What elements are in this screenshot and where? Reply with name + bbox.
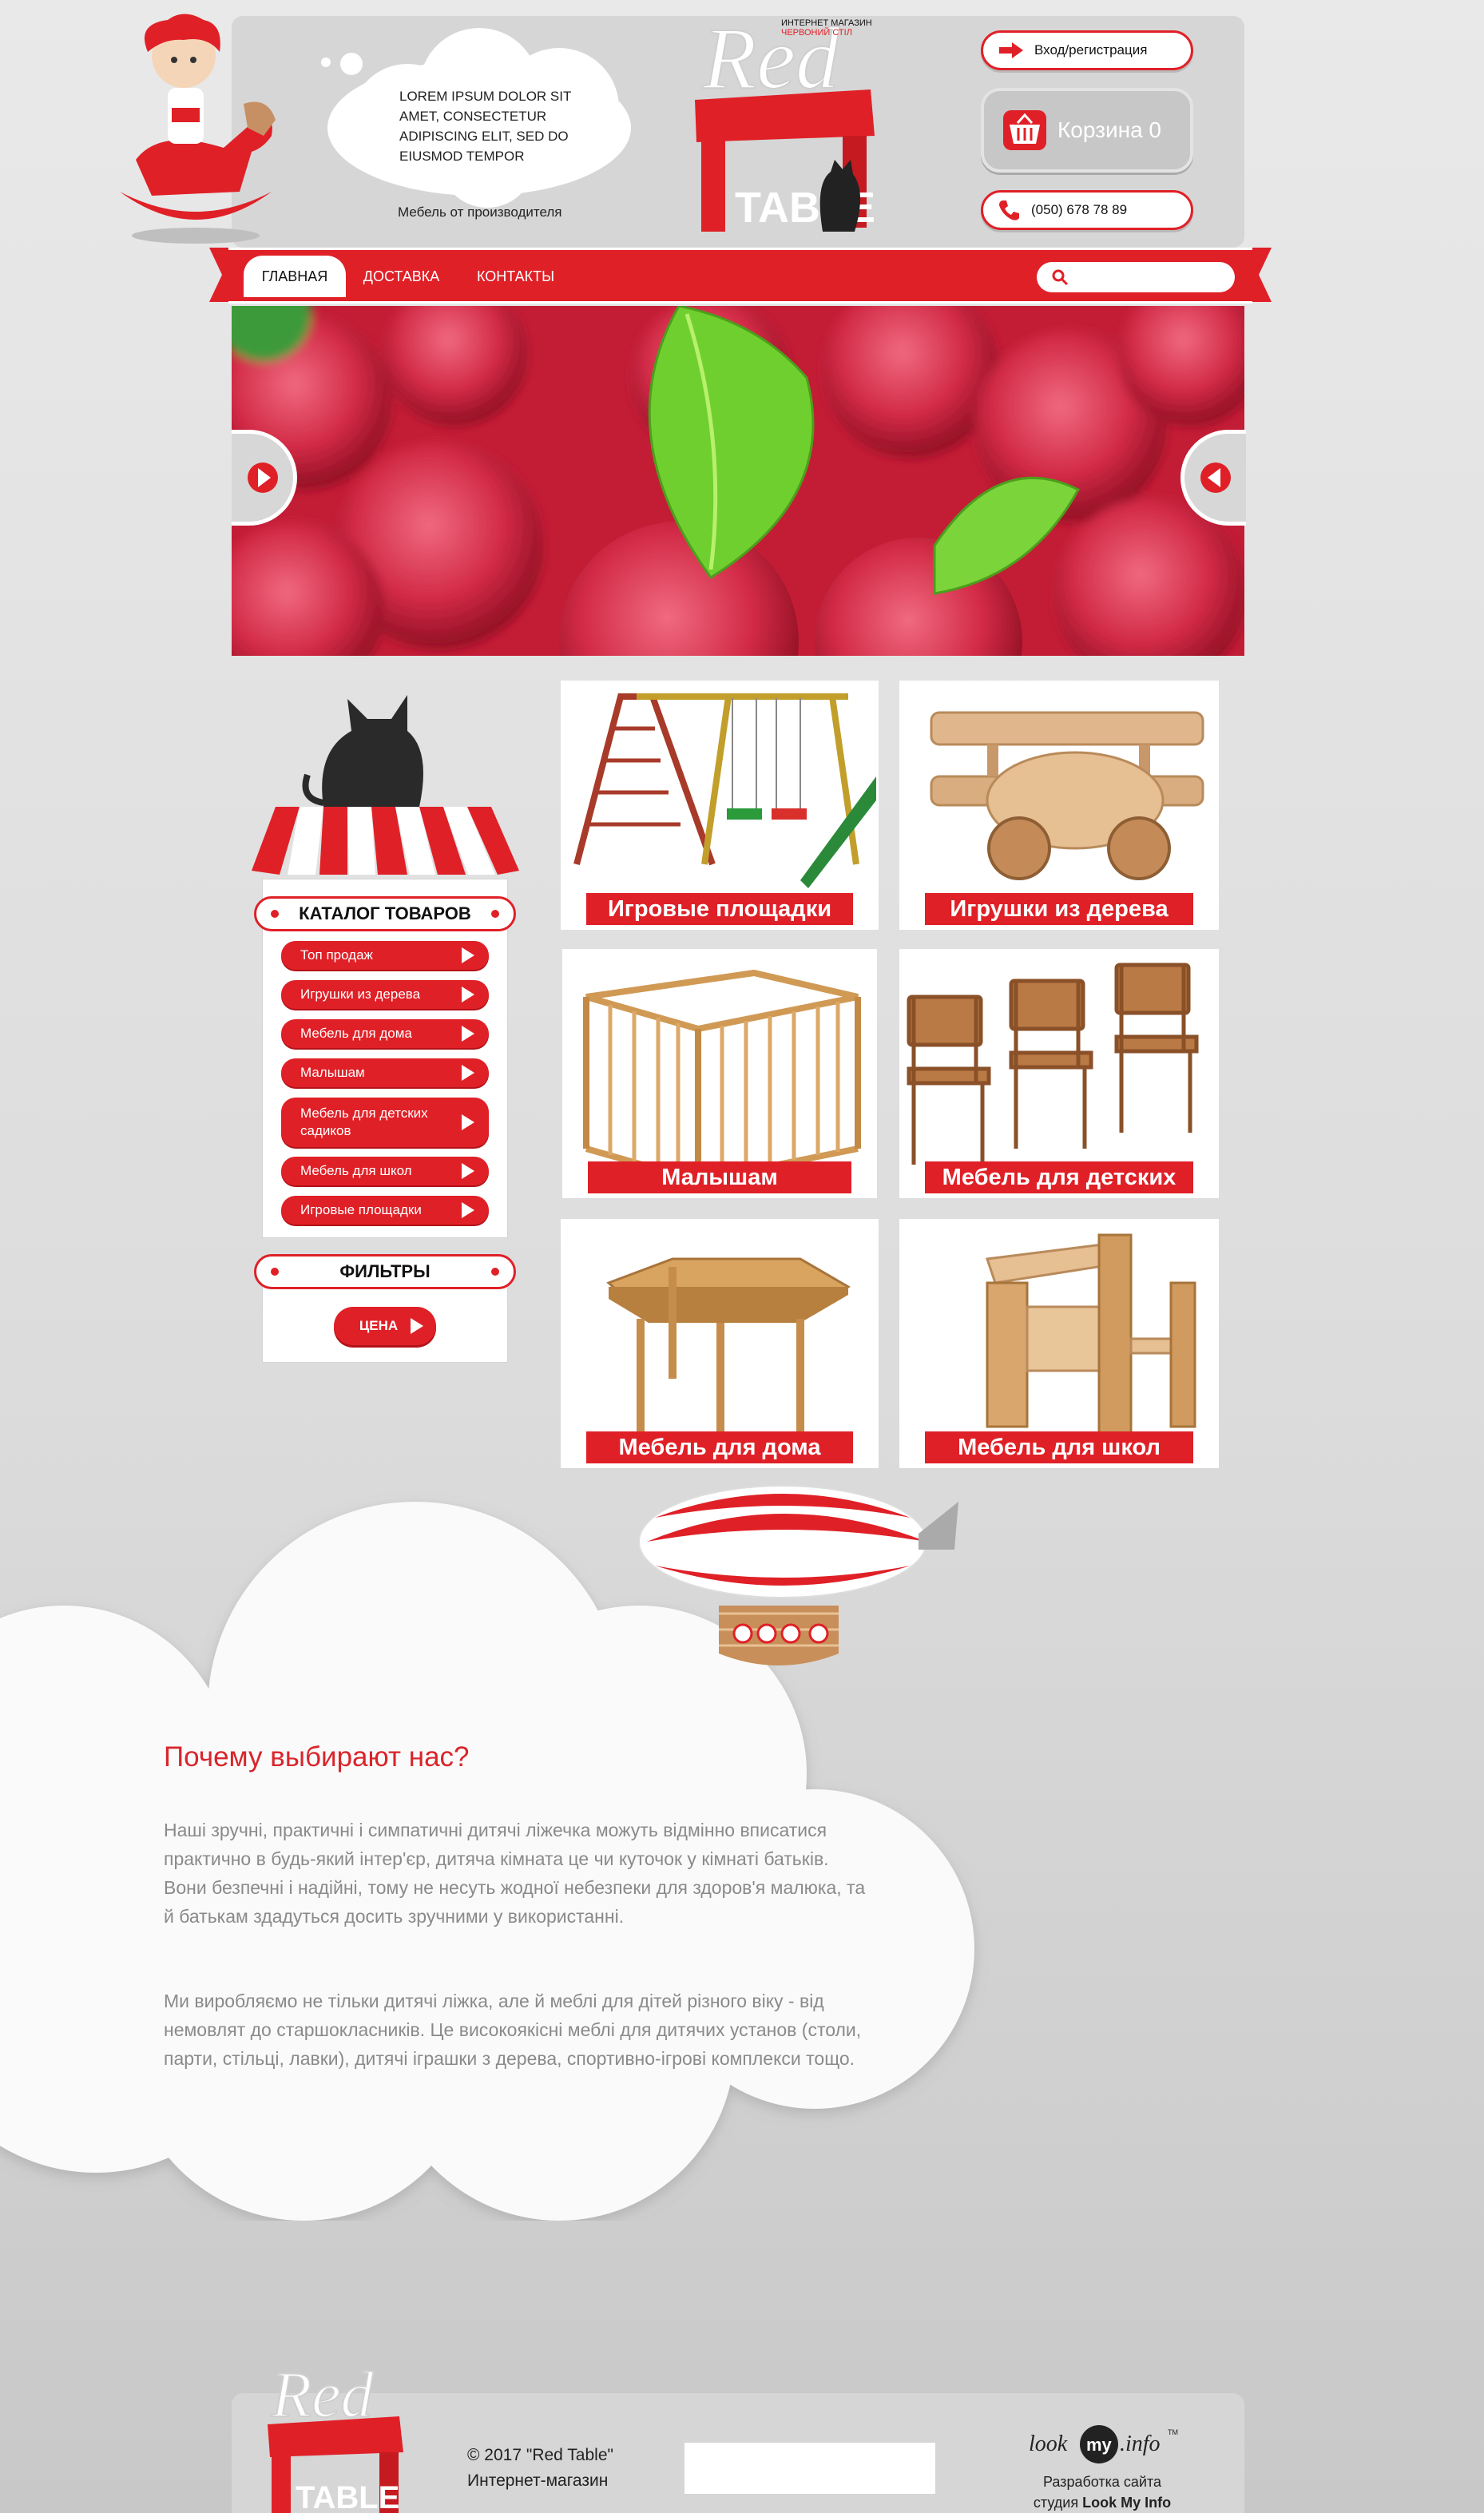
play-right-icon [411, 1318, 423, 1334]
footer-red-table-logo[interactable]: Red TABLE [264, 2348, 415, 2513]
dev-line1: Разработка сайта [1042, 2474, 1162, 2490]
search-icon[interactable] [1051, 268, 1069, 286]
about-title: Почему выбирают нас? [164, 1741, 470, 1773]
cart-label: Корзина 0 [1057, 117, 1162, 142]
basket-icon [1003, 110, 1046, 150]
logo-small-line1: ИНТЕРНЕТ МАГАЗИН [781, 18, 872, 28]
product-tile-label: Мебель для дома [586, 1431, 853, 1463]
catalog-item-label: Мебель для детских садиков [300, 1106, 428, 1138]
dev-line2: студия Look My Info [1014, 2492, 1190, 2513]
play-right-icon [462, 1026, 474, 1042]
lmi-look-text: look [1029, 2432, 1068, 2456]
product-tile-kindergarten[interactable]: Мебель для детских [899, 949, 1219, 1198]
copyright-line: © 2017 "Red Table" [467, 2446, 613, 2464]
nav-item-home[interactable]: ГЛАВНАЯ [244, 256, 346, 297]
product-tile-playgrounds[interactable]: Игровые площадки [561, 681, 879, 930]
product-tile-home-furniture[interactable]: Мебель для дома [561, 1219, 879, 1468]
price-filter-button[interactable]: ЦЕНА [334, 1307, 436, 1345]
footer-copyright: © 2017 "Red Table" Интернет-магазин [467, 2443, 613, 2494]
play-right-icon [462, 987, 474, 1002]
search-input[interactable] [1077, 265, 1228, 289]
play-right-icon [462, 1202, 474, 1218]
product-tile-label: Игрушки из дерева [925, 893, 1193, 925]
catalog-item-label: Мебель для школ [300, 1163, 412, 1178]
shop-line: Интернет-магазин [467, 2471, 609, 2490]
catalog-item-wooden-toys[interactable]: Игрушки из дерева [281, 980, 489, 1009]
price-filter-label: ЦЕНА [359, 1318, 399, 1333]
play-right-icon [462, 1065, 474, 1081]
catalog-item-kindergarten-furniture[interactable]: Мебель для детских садиков [281, 1098, 489, 1147]
search-box [1037, 262, 1235, 292]
filters-title: ФИЛЬТРЫ [254, 1254, 516, 1289]
dot-decoration [491, 910, 499, 918]
catalog-item-top-sales[interactable]: Топ продаж [281, 941, 489, 970]
thought-text: LOREM IPSUM DOLOR SIT AMET, CONSECTETUR … [399, 89, 572, 164]
catalog-title-label: КАТАЛОГ ТОВАРОВ [299, 903, 471, 923]
catalog-item-playgrounds[interactable]: Игровые площадки [281, 1196, 489, 1225]
catalog-item-babies[interactable]: Малышам [281, 1058, 489, 1087]
dot-decoration [271, 910, 279, 918]
rocking-horse-mascot-image [120, 14, 276, 244]
red-table-logo[interactable]: Red ИНТЕРНЕТ МАГАЗИН ЧЕРВОНИЙ СТІЛ TABLE [687, 0, 887, 244]
play-right-icon [462, 947, 474, 963]
play-right-icon [462, 1114, 474, 1130]
lmi-tm-text: TM [1168, 2428, 1178, 2436]
play-right-icon [462, 1163, 474, 1179]
catalog-item-label: Игрушки из дерева [300, 987, 421, 1002]
dot-decoration [271, 1268, 279, 1276]
product-tile-babies[interactable]: Малышам [562, 949, 877, 1198]
product-tile-label: Мебель для детских [925, 1161, 1193, 1193]
look-my-info-logo[interactable]: look my .info TM [1022, 2420, 1182, 2468]
login-register-button[interactable]: Вход/регистрация [981, 30, 1193, 70]
about-paragraph: Наші зручні, практичні і симпатичні дитя… [164, 1820, 866, 1927]
footer-developer: Разработка сайта студия Look My Info [1014, 2471, 1190, 2513]
catalog-item-label: Игровые площадки [300, 1202, 422, 1217]
catalog-item-label: Малышам [300, 1065, 365, 1080]
catalog-item-school-furniture[interactable]: Мебель для школ [281, 1157, 489, 1185]
blimp-image [639, 1485, 958, 1665]
play-right-icon [247, 463, 278, 493]
footer-logo-table-text: TABLE [296, 2480, 399, 2513]
dot-decoration [491, 1268, 499, 1276]
nav-item-delivery[interactable]: ДОСТАВКА [351, 256, 451, 297]
nav-item-contacts[interactable]: КОНТАКТЫ [462, 256, 569, 297]
cart-button[interactable]: Корзина 0 [981, 88, 1193, 173]
catalog-item-label: Мебель для дома [300, 1026, 412, 1041]
product-tile-wooden-toys[interactable]: Игрушки из дерева [899, 681, 1219, 930]
product-tile-school-furniture[interactable]: Мебель для школ [899, 1219, 1219, 1468]
dev-prefix: студия [1033, 2495, 1079, 2511]
dev-studio-link[interactable]: Look My Info [1082, 2495, 1171, 2511]
lmi-info-text: .info [1120, 2432, 1161, 2456]
footer-white-box [684, 2443, 935, 2494]
play-left-icon [1200, 463, 1231, 493]
hero-slider-raspberry-image [232, 306, 1244, 656]
catalog-item-label: Топ продаж [300, 947, 373, 963]
catalog-title: КАТАЛОГ ТОВАРОВ [254, 896, 516, 931]
product-tile-label: Малышам [588, 1161, 851, 1193]
phone-button[interactable]: (050) 678 78 89 [981, 190, 1193, 230]
arrow-right-icon [999, 42, 1023, 58]
logo-small-line2: ЧЕРВОНИЙ СТІЛ [781, 27, 852, 38]
product-tile-label: Игровые площадки [586, 893, 853, 925]
product-tile-label: Мебель для школ [925, 1431, 1193, 1463]
phone-label: (050) 678 78 89 [1031, 202, 1128, 217]
cat-awning-image [252, 695, 519, 875]
lmi-my-text: my [1086, 2435, 1113, 2455]
login-register-label: Вход/регистрация [1034, 42, 1148, 58]
about-paragraph: Ми виробляємо не тільки дитячі ліжка, ал… [164, 1991, 862, 2069]
filters-title-label: ФИЛЬТРЫ [339, 1261, 431, 1281]
phone-icon [999, 200, 1019, 220]
catalog-item-home-furniture[interactable]: Мебель для дома [281, 1019, 489, 1048]
tagline: Мебель от производителя [398, 204, 562, 220]
